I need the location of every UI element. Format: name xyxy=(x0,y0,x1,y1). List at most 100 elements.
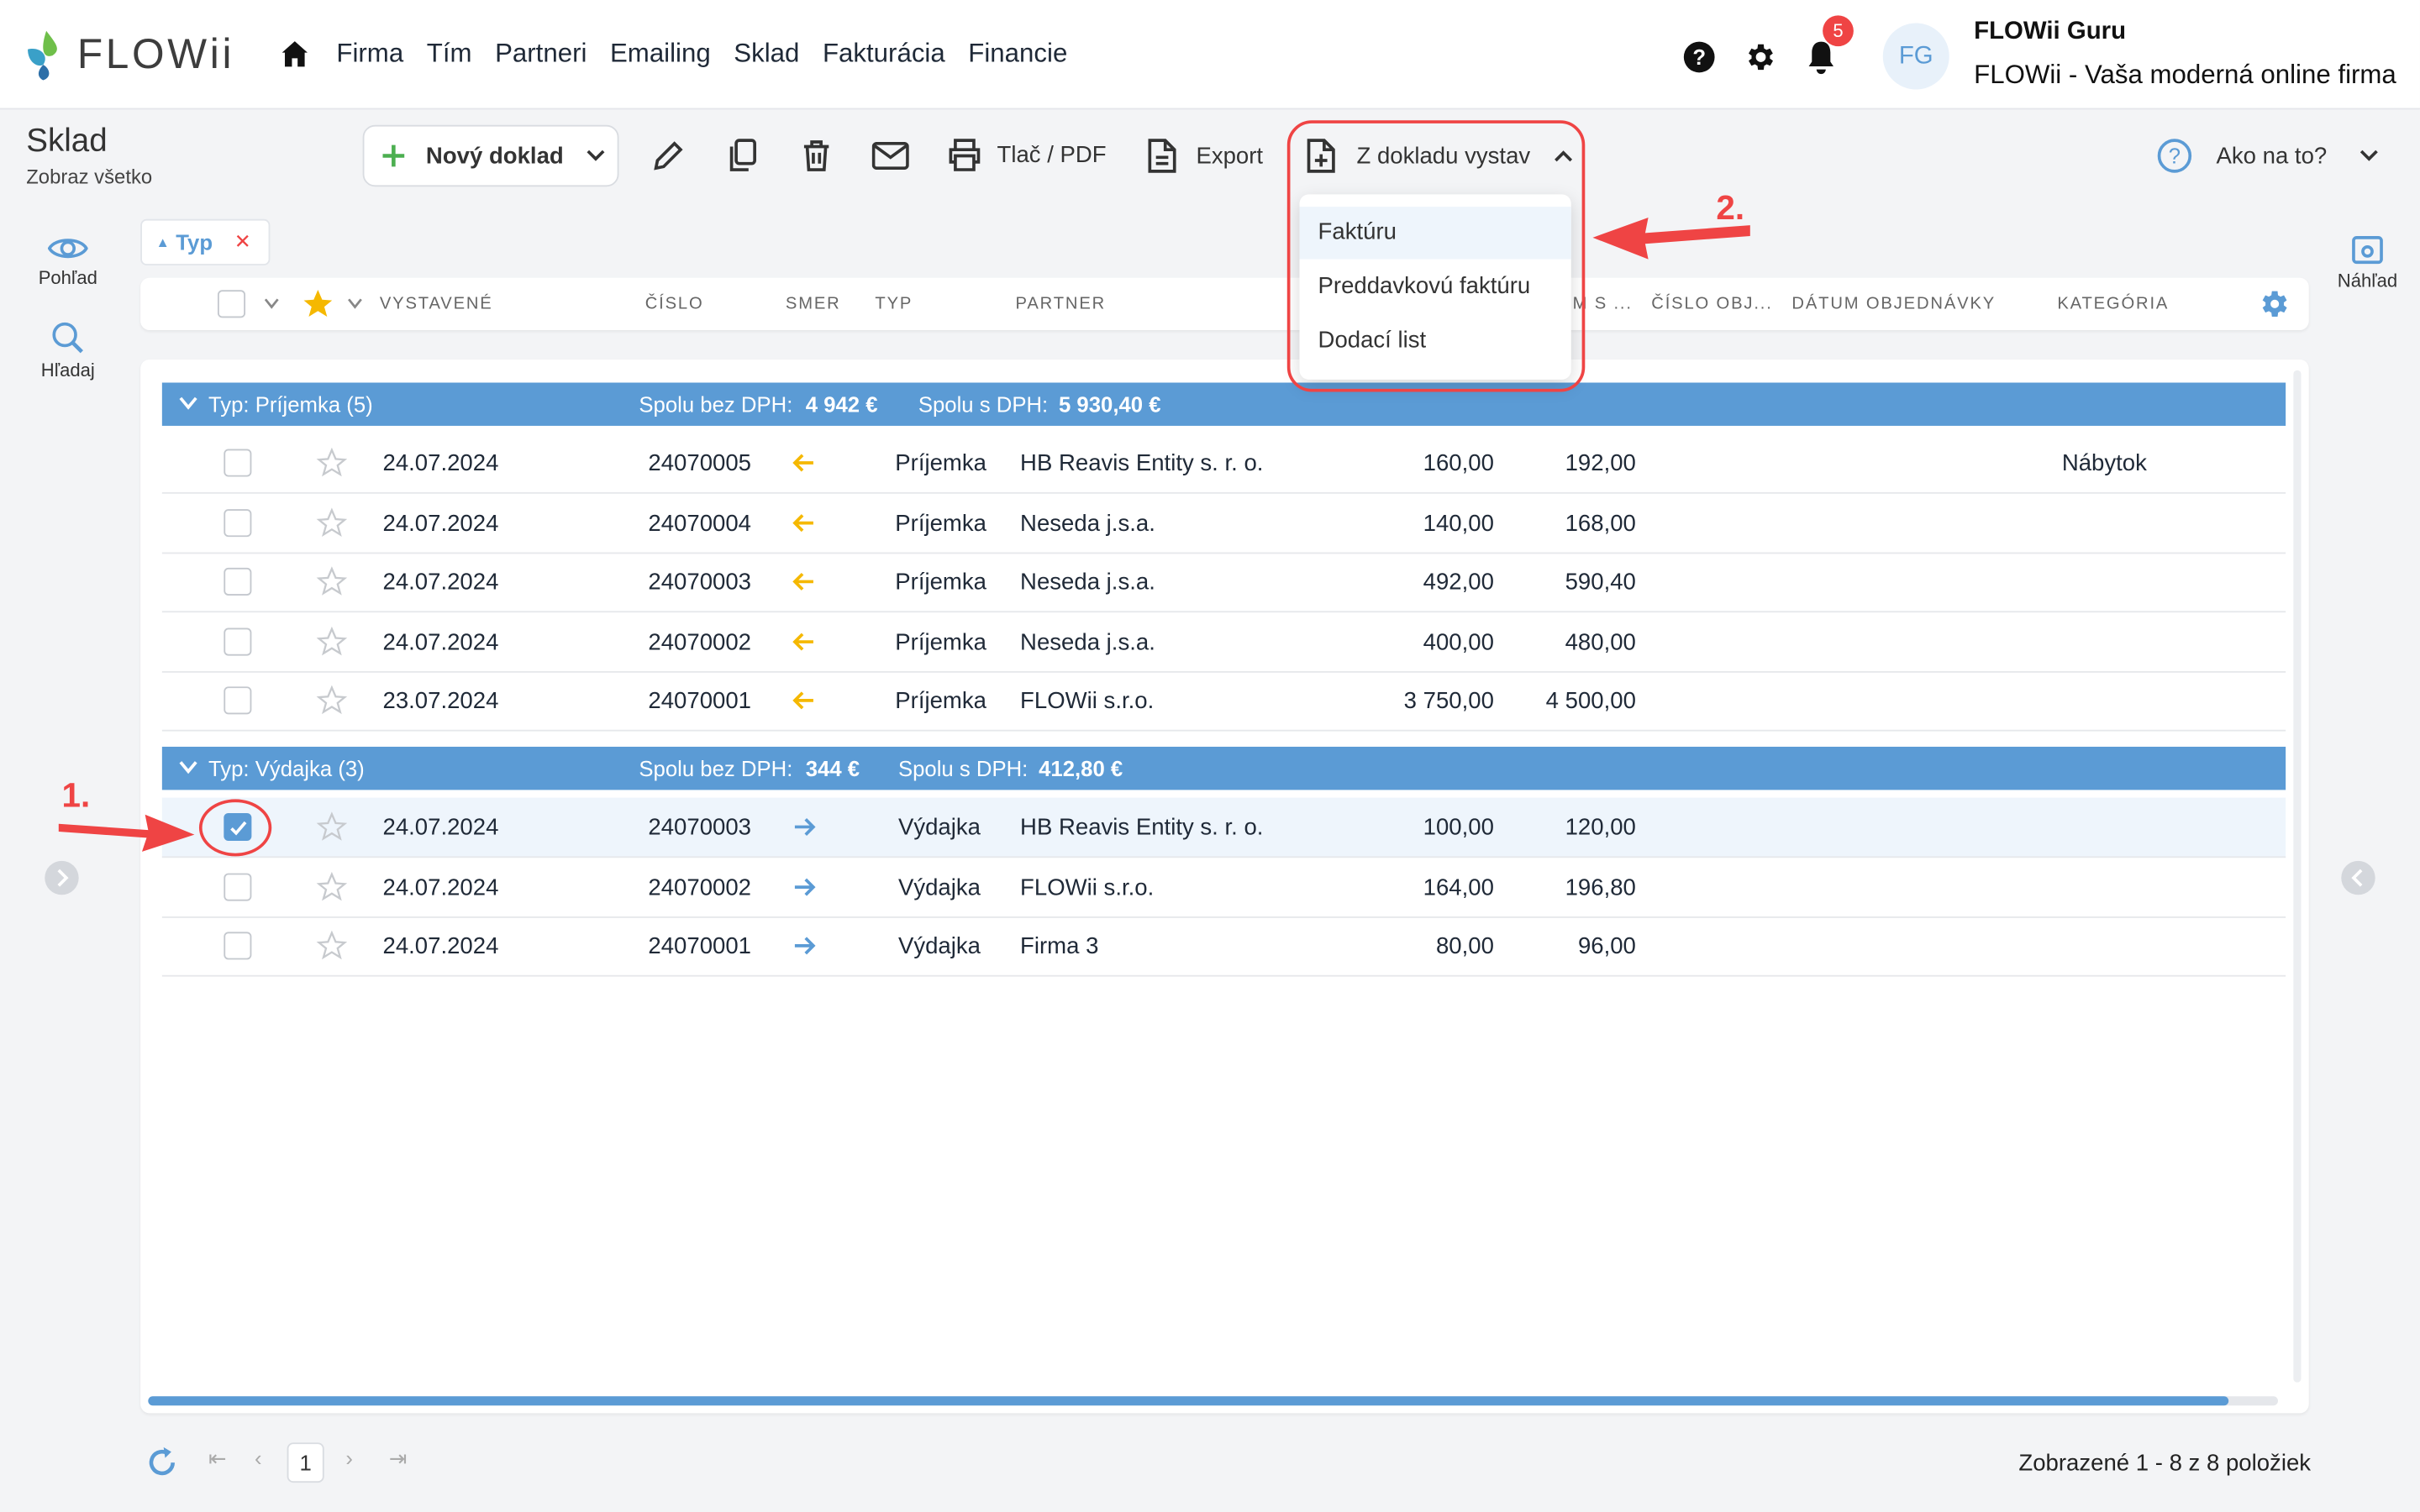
table-row[interactable]: 23.07.2024 24070001 Príjemka FLOWii s.r.o. 3… xyxy=(161,672,2286,732)
copy-icon[interactable] xyxy=(725,137,759,174)
star-outline-icon[interactable] xyxy=(316,626,348,657)
row-checkbox[interactable] xyxy=(224,687,252,716)
star-outline-icon[interactable] xyxy=(316,566,348,597)
row-checkbox[interactable] xyxy=(224,932,252,960)
table-row[interactable]: 24.07.2024 24070005 Príjemka HB Reavis Enti… xyxy=(161,433,2286,494)
column-header-issued[interactable]: VYSTAVENÉ xyxy=(380,295,493,313)
cell-partner[interactable]: Neseda j.s.a. xyxy=(1020,570,1155,596)
column-header-order-number[interactable]: ČÍSLO OBJ... xyxy=(1651,295,1772,313)
nav-fakturacia[interactable]: Fakturácia xyxy=(823,39,945,70)
right-collapse-button[interactable] xyxy=(2341,860,2375,895)
table-row[interactable]: 24.07.2024 24070002 Príjemka Neseda j.s.a. 4… xyxy=(161,612,2286,673)
cell-amount-with-vat: 4 500,00 xyxy=(1545,688,1636,716)
rail-view-button[interactable]: Pohľad xyxy=(14,234,123,288)
row-checkbox[interactable] xyxy=(224,508,252,537)
star-outline-icon[interactable] xyxy=(316,685,348,717)
cell-number[interactable]: 24070003 xyxy=(648,815,751,841)
table-row[interactable]: 24.07.2024 24070002 Výdajka FLOWii s.r.o. 16… xyxy=(161,857,2286,918)
cell-partner[interactable]: HB Reavis Entity s. r. o. xyxy=(1020,815,1263,841)
star-outline-icon[interactable] xyxy=(316,931,348,962)
cell-partner[interactable]: FLOWii s.r.o. xyxy=(1020,689,1154,715)
star-outline-icon[interactable] xyxy=(316,507,348,538)
star-outline-icon[interactable] xyxy=(316,811,348,843)
chevron-down-icon[interactable] xyxy=(347,297,362,310)
help-icon[interactable]: ? xyxy=(1682,40,1716,74)
group-header-vydajka[interactable]: Typ: Výdajka (3) Spolu bez DPH: 344 € Sp… xyxy=(161,746,2286,790)
select-all-checkbox[interactable] xyxy=(217,290,246,318)
group-header-prijemka[interactable]: Typ: Príjemka (5) Spolu bez DPH: 4 942 €… xyxy=(161,382,2286,426)
annotation-highlight-box xyxy=(1286,120,1586,392)
cell-partner[interactable]: Firma 3 xyxy=(1020,934,1098,960)
remove-chip-icon[interactable]: ✕ xyxy=(234,230,251,255)
column-header-number[interactable]: ČÍSLO xyxy=(645,295,704,313)
new-document-button[interactable]: Nový doklad xyxy=(362,124,619,187)
table-row[interactable]: 24.07.2024 24070004 Príjemka Neseda j.s.a. 1… xyxy=(161,493,2286,554)
cell-number[interactable]: 24070002 xyxy=(648,629,751,655)
home-icon[interactable] xyxy=(278,37,312,71)
cell-partner[interactable]: Neseda j.s.a. xyxy=(1020,629,1155,655)
rail-search-button[interactable]: Hľadaj xyxy=(14,321,123,381)
column-header-category[interactable]: KATEGÓRIA xyxy=(2057,295,2169,313)
table-row[interactable]: 24.07.2024 24070003 Výdajka HB Reavis Entit… xyxy=(161,797,2286,858)
cell-number[interactable]: 24070001 xyxy=(648,689,751,715)
column-header-type[interactable]: TYP xyxy=(875,295,913,313)
rail-preview-button[interactable]: Náhľad xyxy=(2313,234,2420,291)
cell-number[interactable]: 24070002 xyxy=(648,874,751,900)
group-by-chip-label: Typ xyxy=(176,229,213,255)
row-checkbox[interactable] xyxy=(224,449,252,477)
page-subtitle[interactable]: Zobraz všetko xyxy=(26,165,152,189)
nav-firma[interactable]: Firma xyxy=(336,39,403,70)
last-page-icon[interactable]: ⇥ xyxy=(389,1446,408,1472)
table-row[interactable]: 24.07.2024 24070003 Príjemka Neseda j.s.a. 4… xyxy=(161,553,2286,613)
cell-partner[interactable]: FLOWii s.r.o. xyxy=(1020,874,1154,900)
row-checkbox[interactable] xyxy=(224,568,252,596)
cell-partner[interactable]: HB Reavis Entity s. r. o. xyxy=(1020,450,1263,476)
cell-number[interactable]: 24070005 xyxy=(648,450,751,476)
column-header-direction[interactable]: SMER xyxy=(786,295,841,313)
cell-amount-no-vat: 400,00 xyxy=(1423,629,1494,656)
column-header-order-date[interactable]: DÁTUM OBJEDNÁVKY xyxy=(1791,295,1996,313)
nav-partneri[interactable]: Partneri xyxy=(495,39,587,70)
user-name[interactable]: FLOWii Guru xyxy=(1974,18,2126,46)
settings-gear-icon[interactable] xyxy=(1743,40,1776,74)
nav-emailing[interactable]: Emailing xyxy=(610,39,711,70)
cell-number[interactable]: 24070004 xyxy=(648,510,751,536)
group-by-chip[interactable]: ▲ Typ ✕ xyxy=(140,218,271,265)
delete-trash-icon[interactable] xyxy=(801,139,832,172)
left-collapse-button[interactable] xyxy=(45,860,79,895)
vertical-scrollbar[interactable] xyxy=(2293,370,2302,1383)
table-row[interactable]: 24.07.2024 24070001 Výdajka Firma 3 80,00 96,… xyxy=(161,916,2286,977)
rail-preview-label: Náhľad xyxy=(2337,270,2398,292)
first-page-icon[interactable]: ⇤ xyxy=(208,1446,227,1472)
print-pdf-button[interactable]: Tlač / PDF xyxy=(946,137,1107,171)
row-checkbox[interactable] xyxy=(224,872,252,900)
previous-page-icon[interactable]: ‹ xyxy=(255,1446,262,1470)
edit-pencil-icon[interactable] xyxy=(651,139,685,172)
how-to-help-button[interactable]: ? Ako na to? xyxy=(2156,137,2380,174)
nav-sklad[interactable]: Sklad xyxy=(734,39,799,70)
current-page-number[interactable]: 1 xyxy=(287,1442,324,1483)
star-outline-icon[interactable] xyxy=(316,871,348,902)
avatar[interactable]: FG xyxy=(1882,23,1949,90)
nav-financie[interactable]: Financie xyxy=(968,39,1067,70)
email-envelope-icon[interactable] xyxy=(871,141,909,171)
cell-number[interactable]: 24070003 xyxy=(648,570,751,596)
cell-number[interactable]: 24070001 xyxy=(648,934,751,960)
export-button[interactable]: Export xyxy=(1147,137,1263,174)
star-outline-icon[interactable] xyxy=(316,447,348,479)
cell-partner[interactable]: Neseda j.s.a. xyxy=(1020,510,1155,536)
star-filled-icon[interactable] xyxy=(301,287,334,321)
nav-tim[interactable]: Tím xyxy=(427,39,472,70)
next-page-icon[interactable]: › xyxy=(345,1446,353,1470)
chevron-down-icon[interactable] xyxy=(264,297,279,310)
flowii-logo[interactable]: FLOWii xyxy=(24,28,234,81)
cell-amount-no-vat: 100,00 xyxy=(1423,814,1494,842)
notifications-badge: 5 xyxy=(1823,15,1854,47)
arrow-left-icon xyxy=(792,454,813,472)
column-settings-gear-icon[interactable] xyxy=(2256,287,2290,321)
row-checkbox[interactable] xyxy=(224,627,252,656)
column-header-partner[interactable]: PARTNER xyxy=(1016,295,1107,313)
horizontal-scrollbar[interactable] xyxy=(148,1396,2278,1406)
horizontal-scrollbar-thumb[interactable] xyxy=(148,1396,2229,1406)
refresh-icon[interactable] xyxy=(145,1446,179,1479)
